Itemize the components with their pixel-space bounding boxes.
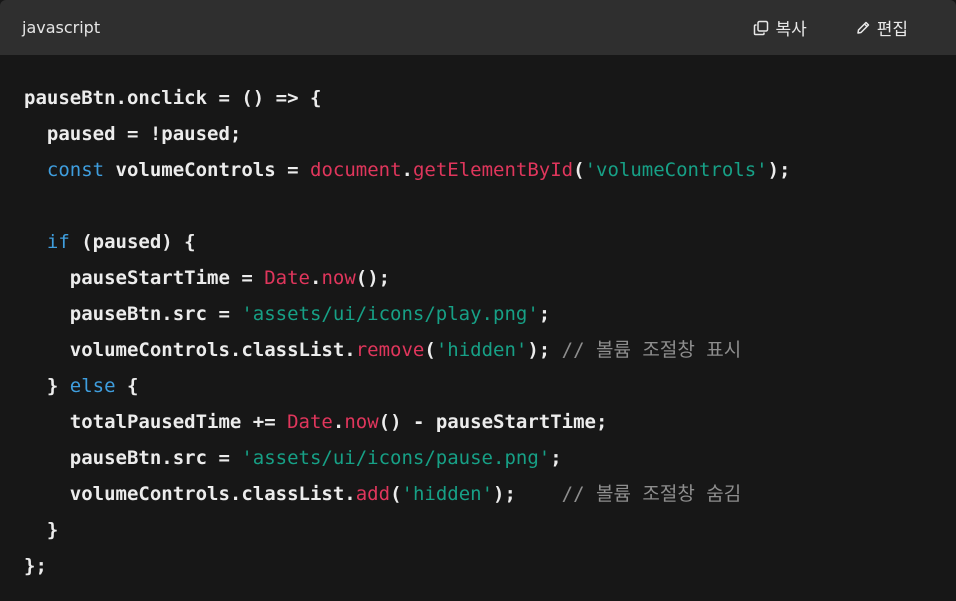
code-content[interactable]: pauseBtn.onclick = () => { paused = !pau… bbox=[0, 55, 956, 584]
code-token: () - pauseStartTime; bbox=[378, 411, 608, 433]
code-token: now bbox=[321, 267, 356, 289]
code-token: { bbox=[115, 375, 139, 397]
code-line: pauseBtn.src = 'assets/ui/icons/play.png… bbox=[24, 296, 956, 332]
code-token: 'volumeControls' bbox=[584, 159, 768, 181]
copy-label: 복사 bbox=[775, 20, 807, 40]
language-label: javascript bbox=[22, 18, 101, 37]
code-token: 'assets/ui/icons/pause.png' bbox=[241, 447, 551, 469]
code-line: } bbox=[24, 512, 956, 548]
code-token: (paused) { bbox=[69, 231, 196, 253]
code-token: // 볼륨 조절창 숨김 bbox=[561, 483, 742, 505]
code-token: ( bbox=[424, 339, 436, 361]
code-line: volumeControls.classList.add('hidden'); … bbox=[24, 476, 956, 512]
code-token: paused = !paused; bbox=[24, 123, 242, 145]
code-token: . bbox=[309, 267, 322, 289]
code-token: 'assets/ui/icons/play.png' bbox=[241, 303, 539, 325]
code-token: (); bbox=[355, 267, 391, 289]
code-token: ); bbox=[493, 483, 562, 505]
code-line: }; bbox=[24, 548, 956, 584]
code-token: ( bbox=[573, 159, 585, 181]
code-block-header: javascript 복사 편집 bbox=[0, 0, 956, 55]
code-line: paused = !paused; bbox=[24, 116, 956, 152]
code-line: const volumeControls = document.getEleme… bbox=[24, 152, 956, 188]
code-token: remove bbox=[355, 339, 425, 361]
code-token: volumeControls.classList. bbox=[24, 339, 356, 361]
code-token: } bbox=[24, 375, 70, 397]
pencil-icon bbox=[855, 20, 871, 36]
code-token: 'hidden' bbox=[401, 483, 494, 505]
code-token: 'hidden' bbox=[435, 339, 528, 361]
code-token: pauseBtn.onclick = () => { bbox=[24, 87, 322, 109]
code-token: if bbox=[46, 231, 70, 253]
code-token: volumeControls.classList. bbox=[24, 483, 356, 505]
code-line: volumeControls.classList.remove('hidden'… bbox=[24, 332, 956, 368]
copy-icon bbox=[753, 20, 769, 36]
code-token: // 볼륨 조절창 표시 bbox=[561, 339, 742, 361]
code-token: ); bbox=[527, 339, 562, 361]
code-token: ( bbox=[390, 483, 402, 505]
code-token: const bbox=[46, 159, 105, 181]
code-line: totalPausedTime += Date.now() - pauseSta… bbox=[24, 404, 956, 440]
code-line: if (paused) { bbox=[24, 224, 956, 260]
code-token: ; bbox=[538, 303, 551, 325]
code-block: javascript 복사 편집 pauseBtn.onclick = () =… bbox=[0, 0, 956, 601]
code-token: volumeControls = bbox=[104, 159, 310, 181]
copy-button[interactable]: 복사 bbox=[753, 15, 807, 40]
code-token: }; bbox=[24, 555, 47, 577]
code-token: Date bbox=[264, 267, 310, 289]
code-actions: 복사 편집 bbox=[753, 0, 956, 55]
code-token: totalPausedTime += bbox=[24, 411, 288, 433]
code-token: ); bbox=[767, 159, 791, 181]
code-token: pauseBtn.src = bbox=[24, 447, 242, 469]
code-token: } bbox=[24, 519, 59, 541]
code-token: document bbox=[310, 159, 402, 181]
edit-button[interactable]: 편집 bbox=[855, 15, 908, 40]
code-line: } else { bbox=[24, 368, 956, 404]
code-token: pauseBtn.src = bbox=[24, 303, 242, 325]
code-token: now bbox=[344, 411, 379, 433]
code-line: pauseBtn.onclick = () => { bbox=[24, 80, 956, 116]
code-token: pauseStartTime = bbox=[24, 267, 265, 289]
edit-label: 편집 bbox=[876, 20, 908, 40]
code-token: . bbox=[332, 411, 345, 433]
code-token: getElementById bbox=[412, 159, 574, 181]
code-token: . bbox=[401, 159, 413, 181]
code-token: Date bbox=[287, 411, 333, 433]
code-line: pauseBtn.src = 'assets/ui/icons/pause.pn… bbox=[24, 440, 956, 476]
code-token: ; bbox=[550, 447, 562, 469]
code-line: pauseStartTime = Date.now(); bbox=[24, 260, 956, 296]
code-token: else bbox=[69, 375, 116, 397]
code-token: add bbox=[355, 483, 391, 505]
